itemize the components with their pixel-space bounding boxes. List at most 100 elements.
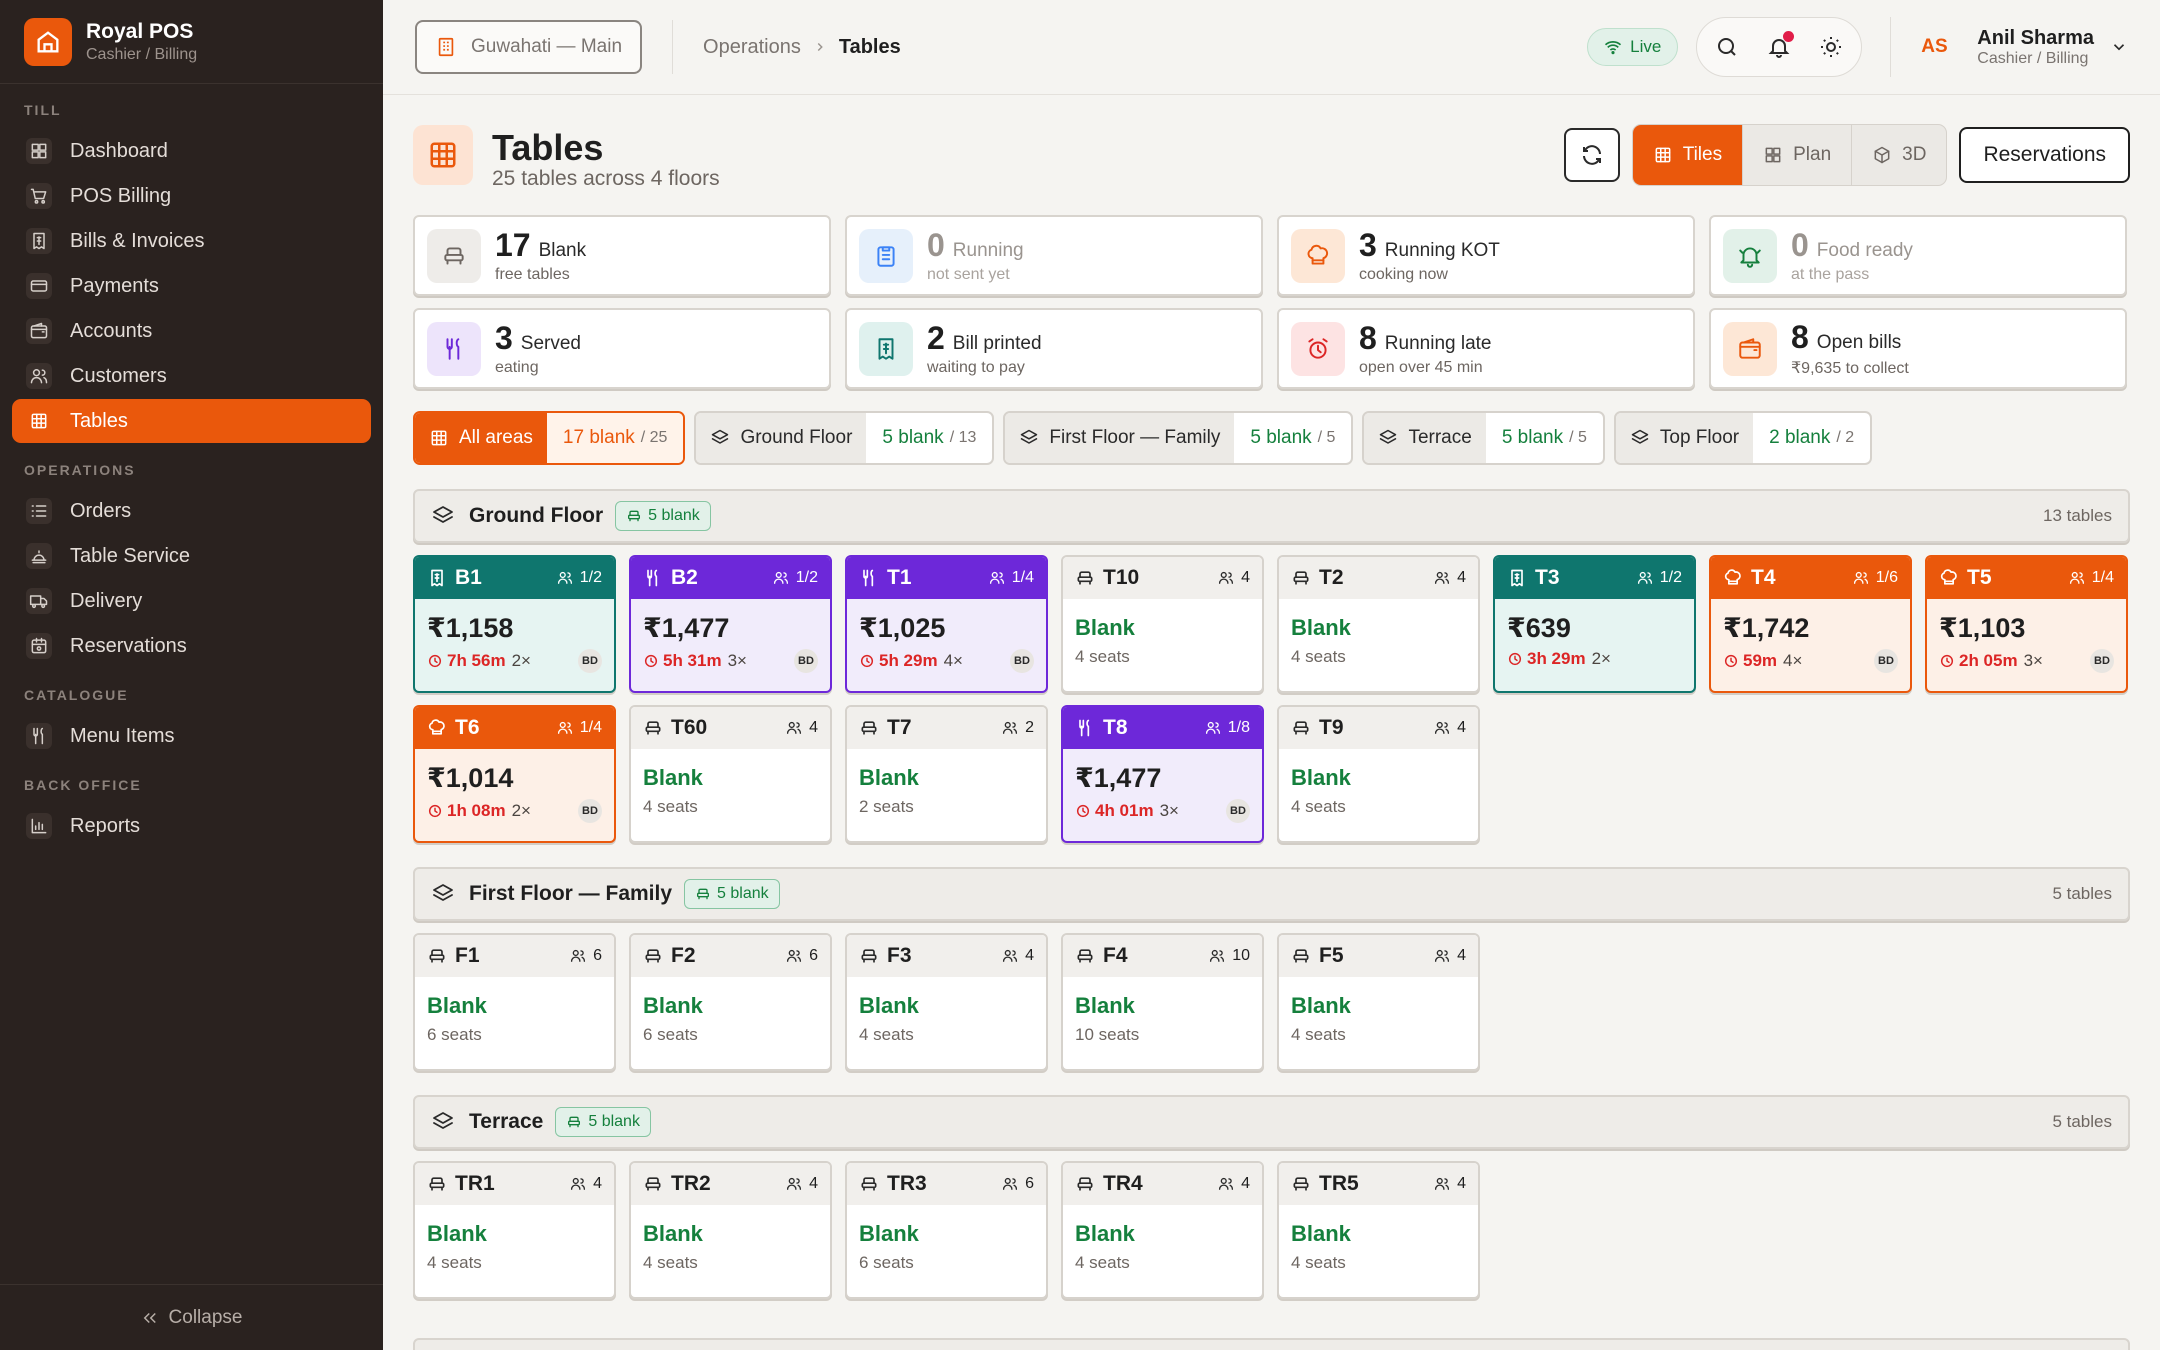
sidebar-item-bills-invoices[interactable]: Bills & Invoices (12, 219, 371, 263)
sidebar-item-menu-items[interactable]: Menu Items (12, 714, 371, 758)
chevrons-left-icon (141, 1309, 159, 1327)
table-tile-t6[interactable]: T6 1/4 ₹1,014 1h 08m 2× BD (413, 705, 616, 843)
brand[interactable]: Royal POS Cashier / Billing (0, 0, 383, 84)
table-tile-t8[interactable]: T8 1/8 ₹1,477 4h 01m 3× BD (1061, 705, 1264, 843)
notifications-button[interactable] (1767, 31, 1795, 59)
table-seats: 4 seats (1075, 1253, 1130, 1272)
table-capacity-value: 6 (809, 947, 818, 964)
table-tile-tr3[interactable]: TR3 6 Blank 6 seats (845, 1161, 1048, 1299)
table-tile-f3[interactable]: F3 4 Blank 4 seats (845, 933, 1048, 1071)
stat-card-running[interactable]: 0 Running not sent yet (845, 215, 1263, 296)
table-name: T5 (1967, 566, 1992, 589)
table-tile-tr2[interactable]: TR2 4 Blank 4 seats (629, 1161, 832, 1299)
people-icon (1433, 947, 1451, 965)
reservations-button[interactable]: Reservations (1959, 127, 2130, 183)
table-tile-t3[interactable]: T3 1/2 ₹639 3h 29m 2× (1493, 555, 1696, 693)
table-amount: ₹1,014 (427, 763, 514, 793)
table-tile-body: ₹639 3h 29m 2× (1495, 599, 1694, 669)
table-seats: 4 seats (859, 1025, 914, 1044)
table-tile-t7[interactable]: T7 2 Blank 2 seats (845, 705, 1048, 843)
sidebar-item-pos-billing[interactable]: POS Billing (12, 174, 371, 218)
breadcrumb-operations[interactable]: Operations (703, 36, 801, 59)
sidebar-item-table-service[interactable]: Table Service (12, 534, 371, 578)
sun-icon[interactable] (1819, 35, 1843, 59)
table-tile-b2[interactable]: B2 1/2 ₹1,477 5h 31m 3× BD (629, 555, 832, 693)
floor-header-ground-floor[interactable]: Ground Floor 5 blank 13 tables (413, 489, 2130, 543)
table-tile-f2[interactable]: F2 6 Blank 6 seats (629, 933, 832, 1071)
elapsed-time: 7h 56m (447, 651, 506, 670)
sidebar-item-label: Payments (70, 274, 159, 297)
branch-selector[interactable]: Guwahati — Main (415, 20, 643, 74)
sidebar-item-customers[interactable]: Customers (12, 354, 371, 398)
stat-card-served[interactable]: 3 Served eating (413, 308, 831, 389)
sidebar-item-tables[interactable]: Tables (12, 399, 371, 443)
breadcrumb: Operations Tables (672, 20, 901, 74)
table-status: Blank (859, 765, 919, 790)
sidebar-item-reports[interactable]: Reports (12, 804, 371, 848)
stat-card-food-ready[interactable]: 0 Food ready at the pass (1709, 215, 2127, 296)
topbar-actions (1696, 17, 1863, 77)
view-tiles-button[interactable]: Tiles (1632, 125, 1744, 185)
table-name: F4 (1103, 944, 1128, 967)
table-tile-tr5[interactable]: TR5 4 Blank 4 seats (1277, 1161, 1480, 1299)
table-seats: 4 seats (643, 797, 698, 816)
sidebar-item-label: Customers (70, 364, 167, 387)
table-tile-t60[interactable]: T60 4 Blank 4 seats (629, 705, 832, 843)
area-filter-all-areas[interactable]: All areas 17 blank / 25 (413, 411, 686, 465)
table-tile-t2[interactable]: T2 4 Blank 4 seats (1277, 555, 1480, 693)
sidebar-item-dashboard[interactable]: Dashboard (12, 129, 371, 173)
stat-card-blank[interactable]: 17 Blank free tables (413, 215, 831, 296)
table-tile-tr4[interactable]: TR4 4 Blank 4 seats (1061, 1161, 1264, 1299)
wallet-icon (1723, 321, 1777, 376)
elapsed-time: 5h 29m (879, 651, 938, 670)
stat-card-open-bills[interactable]: 8 Open bills ₹9,635 to collect (1709, 308, 2127, 389)
table-tile-f1[interactable]: F1 6 Blank 6 seats (413, 933, 616, 1071)
floor-header-first-floor-family[interactable]: First Floor — Family 5 blank 5 tables (413, 867, 2130, 921)
table-tile-t1[interactable]: T1 1/4 ₹1,025 5h 29m 4× BD (845, 555, 1048, 693)
stat-count: 0 (927, 227, 945, 263)
table-seats: 4 seats (643, 1253, 698, 1272)
table-status: Blank (1291, 615, 1351, 640)
sidebar-item-label: Table Service (70, 544, 191, 567)
table-tile-body: ₹1,158 7h 56m 2× BD (415, 599, 614, 673)
table-tile-t4[interactable]: T4 1/6 ₹1,742 59m 4× BD (1709, 555, 1912, 693)
seat-icon (1291, 568, 1311, 588)
floor-header-terrace[interactable]: Terrace 5 blank 5 tables (413, 1095, 2130, 1149)
table-tile-t9[interactable]: T9 4 Blank 4 seats (1277, 705, 1480, 843)
collapse-button[interactable]: Collapse (0, 1284, 383, 1350)
table-tile-tr1[interactable]: TR1 4 Blank 4 seats (413, 1161, 616, 1299)
table-capacity: 1/6 (1852, 569, 1898, 587)
view-plan-button[interactable]: Plan (1743, 125, 1853, 185)
people-icon (556, 569, 574, 587)
area-filter-first-floor-family[interactable]: First Floor — Family 5 blank / 5 (1003, 411, 1354, 465)
area-filter-terrace[interactable]: Terrace 5 blank / 5 (1362, 411, 1605, 465)
table-tile-body: ₹1,025 5h 29m 4× BD (847, 599, 1046, 673)
table-meta: 4h 01m 3× BD (1075, 799, 1250, 823)
sidebar-item-label: Bills & Invoices (70, 229, 205, 252)
table-tile-b1[interactable]: B1 1/2 ₹1,158 7h 56m 2× BD (413, 555, 616, 693)
stat-card-running-late[interactable]: 8 Running late open over 45 min (1277, 308, 1695, 389)
table-tile-t10[interactable]: T10 4 Blank 4 seats (1061, 555, 1264, 693)
table-name: T6 (455, 716, 480, 739)
refresh-button[interactable] (1563, 128, 1620, 182)
stat-card-bill-printed[interactable]: 2 Bill printed waiting to pay (845, 308, 1263, 389)
people-icon (988, 569, 1006, 587)
table-tile-t5[interactable]: T5 1/4 ₹1,103 2h 05m 3× BD (1925, 555, 2128, 693)
area-filter-ground-floor[interactable]: Ground Floor 5 blank / 13 (694, 411, 995, 465)
search-icon[interactable] (1715, 35, 1739, 59)
layers-icon (710, 428, 730, 448)
table-name: TR1 (455, 1172, 495, 1195)
area-filter-top-floor[interactable]: Top Floor 2 blank / 2 (1613, 411, 1873, 465)
table-tile-f5[interactable]: F5 4 Blank 4 seats (1277, 933, 1480, 1071)
stat-card-running-kot[interactable]: 3 Running KOT cooking now (1277, 215, 1695, 296)
table-seats: 4 seats (1291, 1025, 1346, 1044)
sidebar-item-payments[interactable]: Payments (12, 264, 371, 308)
sidebar-item-accounts[interactable]: Accounts (12, 309, 371, 353)
sidebar-item-orders[interactable]: Orders (12, 489, 371, 533)
sidebar-item-delivery[interactable]: Delivery (12, 579, 371, 623)
table-tile-f4[interactable]: F4 10 Blank 10 seats (1061, 933, 1264, 1071)
bill-icon (427, 568, 447, 588)
sidebar-item-reservations[interactable]: Reservations (12, 624, 371, 668)
user-menu[interactable]: AS Anil Sharma Cashier / Billing (1890, 17, 2128, 77)
view-3d-button[interactable]: 3D (1852, 125, 1946, 185)
